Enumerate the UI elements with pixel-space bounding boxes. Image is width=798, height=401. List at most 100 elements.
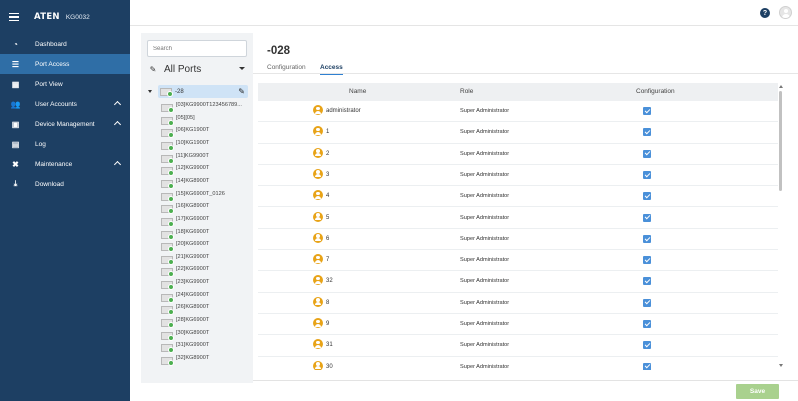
configuration-checkbox[interactable] bbox=[643, 107, 651, 115]
sidebar-item-log[interactable]: ▤ Log bbox=[0, 134, 130, 154]
table-row[interactable]: 9 Super Administrator bbox=[258, 314, 778, 336]
configuration-checkbox[interactable] bbox=[643, 320, 651, 328]
tree-port-label: [15]KG6900T_0126 bbox=[176, 190, 225, 197]
port-icon bbox=[161, 192, 174, 202]
user-avatar-icon bbox=[313, 318, 323, 328]
port-icon bbox=[161, 205, 174, 215]
configuration-checkbox[interactable] bbox=[643, 298, 651, 307]
port-filter-dropdown[interactable]: ✎ All Ports bbox=[149, 62, 249, 76]
port-icon bbox=[161, 179, 174, 189]
log-icon: ▤ bbox=[11, 139, 20, 149]
port-icon bbox=[161, 217, 174, 227]
tree-port-label: [20]KG6900T bbox=[176, 241, 210, 248]
cell-role: Super Administrator bbox=[460, 150, 510, 157]
cell-name: 5 bbox=[326, 214, 330, 221]
table-row[interactable]: 32 Super Administrator bbox=[258, 271, 778, 293]
chevron-up-icon[interactable] bbox=[113, 160, 122, 169]
help-icon[interactable]: ? bbox=[760, 8, 770, 18]
cell-role: Super Administrator bbox=[460, 321, 510, 327]
cell-role: Super Administrator bbox=[460, 299, 510, 306]
tree-root-node[interactable]: -28 ✎ bbox=[148, 85, 248, 98]
sidebar-item-device-management[interactable]: ▣ Device Management bbox=[0, 114, 130, 134]
port-icon bbox=[160, 87, 173, 97]
save-button[interactable]: Save bbox=[736, 384, 779, 399]
table-row[interactable]: 4 Super Administrator bbox=[258, 186, 778, 208]
table-row[interactable]: 30 Super Administrator bbox=[258, 357, 778, 370]
list-icon: ☰ bbox=[11, 59, 20, 69]
user-avatar-icon bbox=[313, 296, 323, 307]
sidebar-item-label: Dashboard bbox=[35, 40, 67, 48]
cell-name: 30 bbox=[326, 363, 333, 370]
scroll-down-icon[interactable] bbox=[779, 364, 783, 367]
scroll-thumb[interactable] bbox=[779, 91, 782, 191]
table-row[interactable]: 3 Super Administrator bbox=[258, 165, 778, 187]
table-row[interactable]: administrator Super Administrator bbox=[258, 101, 778, 123]
sidebar-item-port-view[interactable]: ▦ Port View bbox=[0, 74, 130, 94]
table-row[interactable]: 31 Super Administrator bbox=[258, 335, 778, 357]
table-row[interactable]: 8 Super Administrator bbox=[258, 293, 778, 314]
sidebar-item-user-accounts[interactable]: 👥 User Accounts bbox=[0, 94, 130, 114]
cell-name: 32 bbox=[326, 278, 333, 285]
configuration-checkbox[interactable] bbox=[643, 128, 651, 137]
tree-port-label: [10]KG1900T bbox=[176, 139, 210, 146]
sidebar-header: ATEN KG0032 bbox=[0, 0, 130, 34]
column-header-name[interactable]: Name bbox=[349, 88, 366, 95]
table-row[interactable]: 7 Super Administrator bbox=[258, 250, 778, 272]
tree-port-label: [11]KG9900T bbox=[176, 152, 209, 159]
user-avatar-icon bbox=[313, 190, 323, 201]
search-input[interactable] bbox=[147, 40, 247, 57]
menu-icon[interactable] bbox=[9, 12, 19, 22]
tree-port-label: [03]KG9900T123456789... bbox=[176, 102, 242, 108]
chevron-up-icon[interactable] bbox=[113, 120, 122, 129]
configuration-checkbox[interactable] bbox=[643, 256, 651, 265]
configuration-checkbox[interactable] bbox=[643, 192, 651, 201]
cell-role: Super Administrator bbox=[460, 108, 510, 114]
cell-name: 31 bbox=[326, 342, 333, 349]
configuration-checkbox[interactable] bbox=[643, 213, 651, 222]
configuration-checkbox[interactable] bbox=[643, 341, 651, 350]
cell-name: administrator bbox=[326, 108, 361, 114]
user-avatar-icon[interactable] bbox=[779, 6, 792, 19]
port-icon bbox=[161, 255, 174, 265]
sidebar-item-dashboard[interactable]: ◔ Dashboard bbox=[0, 34, 130, 54]
table-row[interactable]: 2 Super Administrator bbox=[258, 144, 778, 165]
configuration-checkbox[interactable] bbox=[643, 170, 651, 179]
column-header-role[interactable]: Role bbox=[460, 88, 473, 95]
configuration-checkbox[interactable] bbox=[643, 362, 651, 370]
scroll-up-icon[interactable] bbox=[779, 85, 783, 88]
tree-port-label: [22]KG6900T bbox=[176, 266, 210, 273]
port-icon bbox=[161, 344, 174, 354]
users-icon: 👥 bbox=[10, 99, 21, 109]
sidebar-item-download[interactable]: ⤓ Download bbox=[0, 174, 130, 194]
cell-role: Super Administrator bbox=[460, 257, 510, 264]
sidebar-item-label: Port View bbox=[35, 80, 63, 88]
main-content: -028 Configuration Access Name Role Conf… bbox=[253, 26, 798, 401]
pencil-icon: ✎ bbox=[149, 64, 157, 74]
sidebar-item-port-access[interactable]: ☰ Port Access bbox=[0, 54, 130, 74]
chevron-up-icon[interactable] bbox=[113, 100, 122, 109]
cell-name: 4 bbox=[326, 193, 330, 200]
table-row[interactable]: 5 Super Administrator bbox=[258, 208, 778, 229]
edit-icon[interactable]: ✎ bbox=[238, 87, 245, 96]
configuration-checkbox[interactable] bbox=[643, 149, 651, 158]
expand-caret-icon[interactable] bbox=[148, 90, 152, 93]
table-row[interactable]: 6 Super Administrator bbox=[258, 229, 778, 251]
tools-icon: ✖ bbox=[12, 159, 19, 169]
configuration-checkbox[interactable] bbox=[643, 277, 651, 286]
port-icon bbox=[161, 331, 174, 341]
user-avatar-icon bbox=[313, 147, 323, 158]
tree-root-selected[interactable]: -28 ✎ bbox=[158, 85, 248, 98]
sidebar-item-label: Maintenance bbox=[35, 160, 73, 168]
tree-port-item[interactable]: [32]KG8900T bbox=[161, 355, 209, 369]
cell-role: Super Administrator bbox=[460, 278, 510, 285]
user-avatar-icon bbox=[313, 211, 323, 222]
user-avatar-icon bbox=[313, 254, 323, 265]
user-table-body: administrator Super Administrator 1 Super A… bbox=[258, 101, 778, 370]
port-icon bbox=[161, 293, 174, 303]
column-header-configuration[interactable]: Configuration bbox=[636, 88, 675, 95]
sidebar-item-maintenance[interactable]: ✖ Maintenance bbox=[0, 154, 130, 174]
table-scrollbar[interactable] bbox=[777, 83, 785, 370]
configuration-checkbox[interactable] bbox=[643, 234, 651, 243]
tree-root-label: -28 bbox=[175, 88, 184, 95]
table-row[interactable]: 1 Super Administrator bbox=[258, 122, 778, 144]
